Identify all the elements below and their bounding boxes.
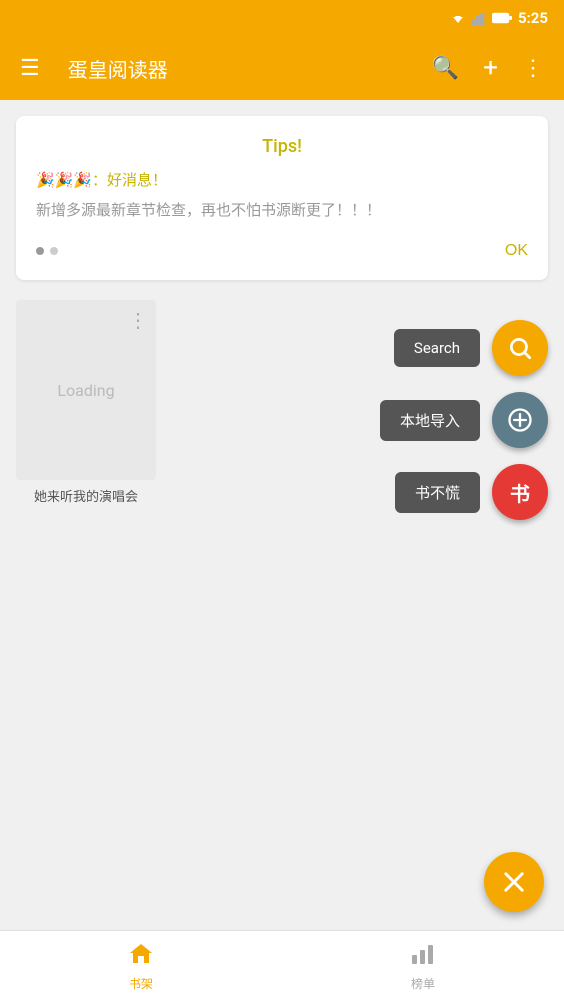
tips-subtitle: 🎉🎉🎉：好消息！ bbox=[36, 169, 528, 190]
import-fab-button[interactable] bbox=[492, 392, 548, 448]
wifi-icon bbox=[450, 11, 466, 25]
close-icon bbox=[500, 868, 528, 896]
signal-icon bbox=[472, 11, 486, 25]
search-fab-row: Search bbox=[394, 320, 548, 376]
dot-1 bbox=[36, 247, 44, 255]
chart-icon bbox=[410, 941, 436, 965]
bookshelf-nav-icon bbox=[128, 941, 154, 971]
book-fab-icon: 书 bbox=[510, 478, 530, 507]
ranking-nav-icon bbox=[410, 941, 436, 971]
import-fab-row: 本地导入 bbox=[380, 392, 548, 448]
nav-item-bookshelf[interactable]: 书架 bbox=[0, 931, 282, 1002]
book-section: ⋮ Loading 她来听我的演唱会 Search 本地导入 bbox=[16, 300, 548, 520]
tips-ok-button[interactable]: OK bbox=[505, 242, 528, 260]
menu-icon[interactable]: ☰ bbox=[16, 52, 44, 85]
book-fab-button[interactable]: 书 bbox=[492, 464, 548, 520]
bookshelf-nav-label: 书架 bbox=[129, 975, 153, 992]
book-title: 她来听我的演唱会 bbox=[16, 486, 156, 505]
tips-title: Tips! bbox=[36, 136, 528, 157]
import-fab-icon bbox=[506, 406, 534, 434]
import-label[interactable]: 本地导入 bbox=[380, 400, 480, 441]
tips-pagination bbox=[36, 247, 58, 255]
main-fab-button[interactable] bbox=[484, 852, 544, 912]
ranking-nav-label: 榜单 bbox=[411, 975, 435, 992]
add-icon[interactable]: + bbox=[479, 49, 502, 87]
main-content: Tips! 🎉🎉🎉：好消息！ 新增多源最新章节检查，再也不怕书源断更了！！！ O… bbox=[0, 100, 564, 930]
bottom-nav: 书架 榜单 bbox=[0, 930, 564, 1002]
status-icons: 5:25 bbox=[450, 9, 548, 27]
book-more-icon[interactable]: ⋮ bbox=[128, 308, 148, 332]
tips-card: Tips! 🎉🎉🎉：好消息！ 新增多源最新章节检查，再也不怕书源断更了！！！ O… bbox=[16, 116, 548, 280]
book-wrapper: ⋮ Loading 她来听我的演唱会 bbox=[16, 300, 156, 505]
search-fab-icon bbox=[507, 335, 533, 361]
app-bar: ☰ 蛋皇阅读器 🔍 + ⋮ bbox=[0, 36, 564, 100]
more-icon[interactable]: ⋮ bbox=[518, 52, 548, 85]
battery-icon bbox=[492, 12, 512, 24]
book-label[interactable]: 书不慌 bbox=[395, 472, 480, 513]
search-icon[interactable]: 🔍 bbox=[428, 52, 463, 85]
status-bar: 5:25 bbox=[0, 0, 564, 36]
fab-actions: Search 本地导入 bbox=[172, 300, 548, 520]
search-fab-button[interactable] bbox=[492, 320, 548, 376]
app-title: 蛋皇阅读器 bbox=[68, 54, 412, 83]
dot-2 bbox=[50, 247, 58, 255]
search-label[interactable]: Search bbox=[394, 329, 480, 367]
tips-footer: OK bbox=[36, 242, 528, 260]
book-card[interactable]: ⋮ Loading bbox=[16, 300, 156, 480]
tips-body: 新增多源最新章节检查，再也不怕书源断更了！！！ bbox=[36, 198, 528, 222]
book-loading-text: Loading bbox=[57, 381, 114, 400]
time-display: 5:25 bbox=[518, 9, 548, 27]
nav-item-ranking[interactable]: 榜单 bbox=[282, 931, 564, 1002]
home-icon bbox=[128, 941, 154, 965]
book-fab-row: 书不慌 书 bbox=[395, 464, 548, 520]
